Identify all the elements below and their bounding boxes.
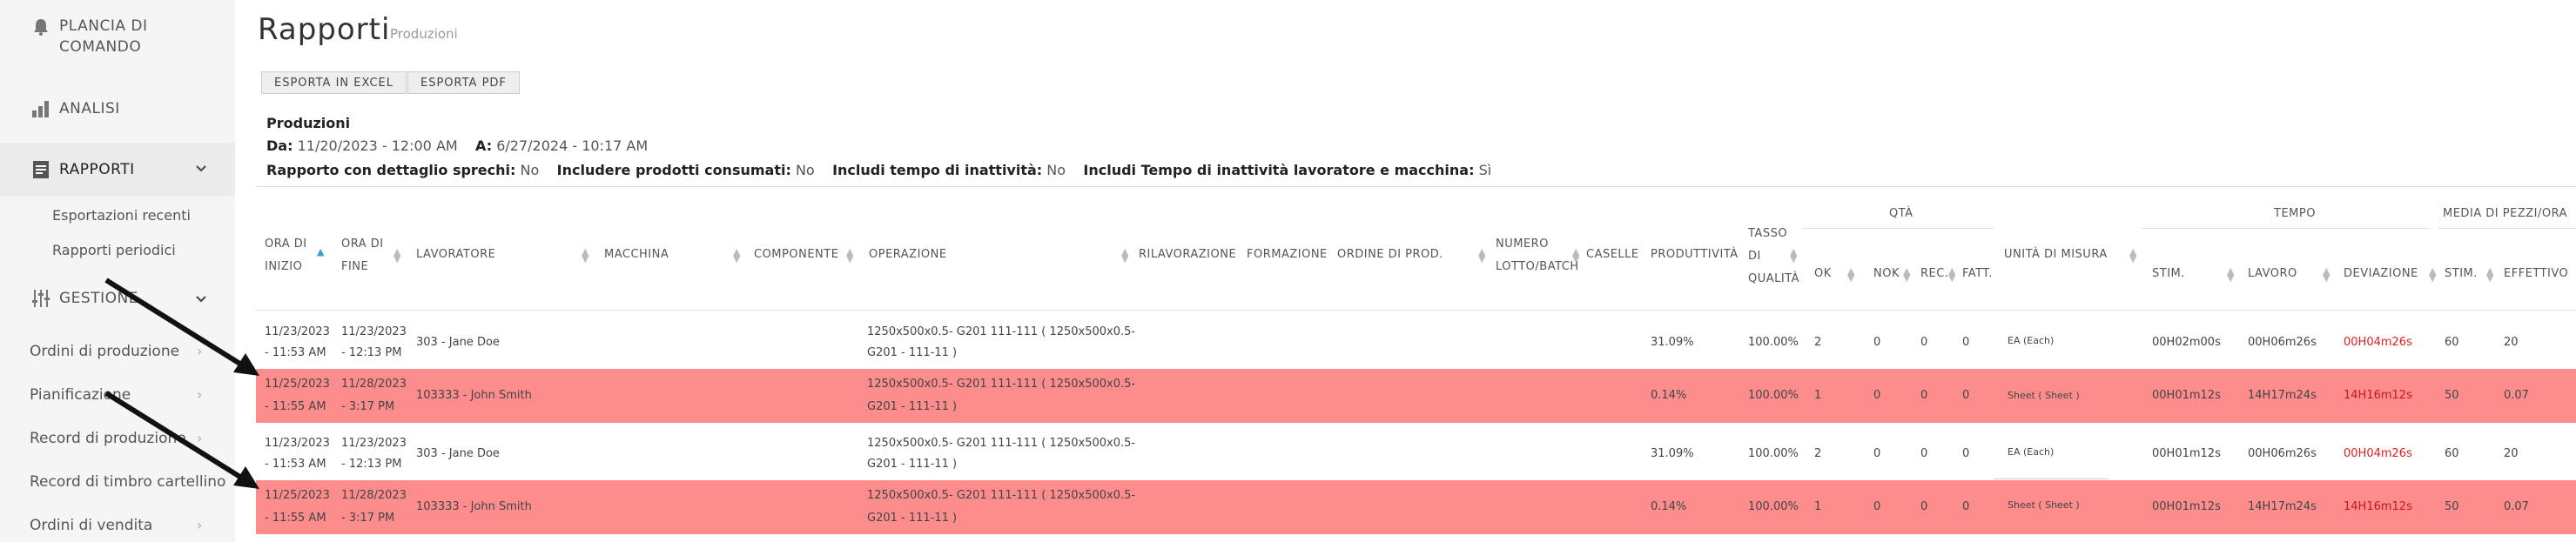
annotation-arrows [104,278,259,489]
arrow-line [104,391,247,483]
arrow-line [104,278,247,370]
